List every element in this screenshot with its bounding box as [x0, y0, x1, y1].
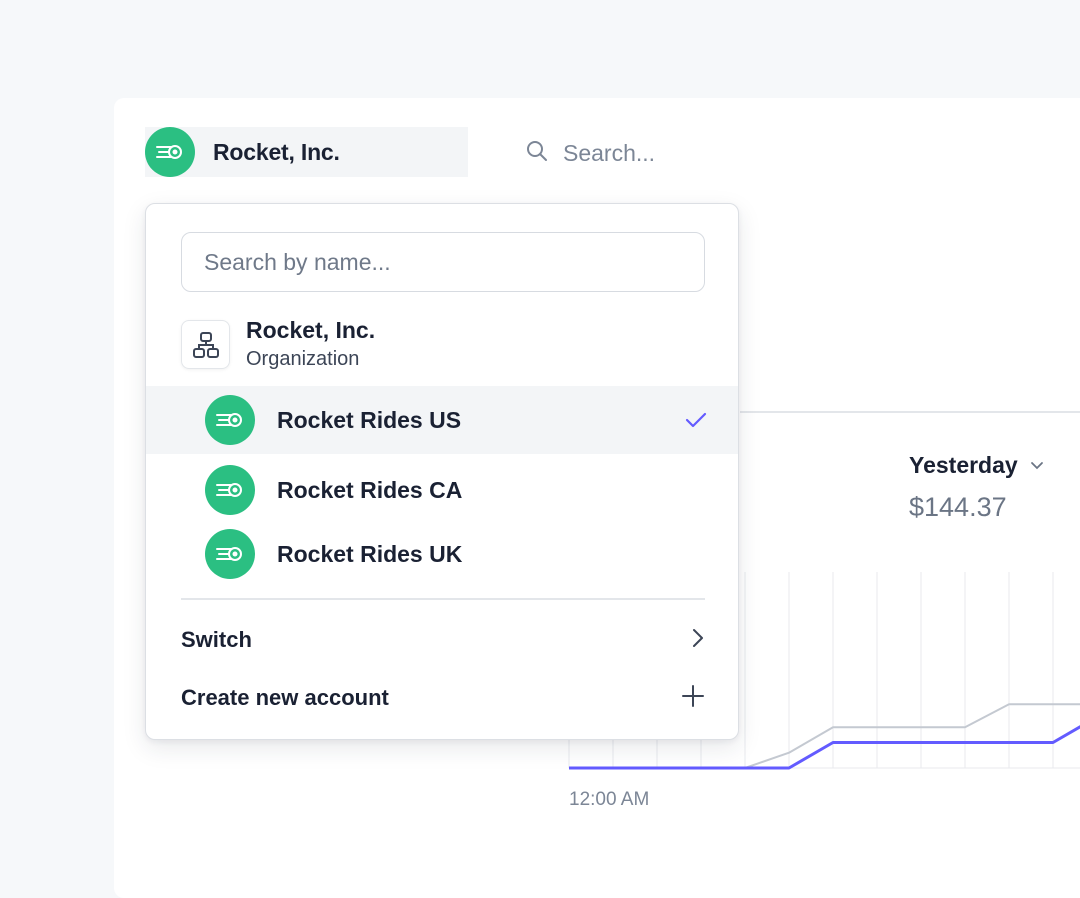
- account-item-label: Rocket Rides UK: [277, 540, 463, 567]
- account-item-rocket-rides-us[interactable]: Rocket Rides US: [146, 386, 738, 454]
- search-icon: [525, 139, 549, 168]
- switch-button[interactable]: Switch: [181, 620, 705, 660]
- period-label: Yesterday: [909, 452, 1018, 478]
- account-switcher-button[interactable]: Rocket, Inc.: [145, 127, 468, 177]
- metric-value: $144.37: [909, 492, 1007, 522]
- rocket-logo-icon: [205, 395, 255, 445]
- organization-item[interactable]: Rocket, Inc. Organization: [181, 317, 376, 371]
- plus-icon: [681, 684, 705, 713]
- period-selector[interactable]: Yesterday: [909, 452, 1044, 479]
- rocket-logo-icon: [145, 127, 195, 177]
- rocket-logo-icon: [205, 465, 255, 515]
- account-item-label: Rocket Rides US: [277, 406, 462, 433]
- switch-label: Switch: [181, 627, 252, 652]
- global-search[interactable]: Search...: [525, 136, 655, 170]
- rocket-logo-icon: [205, 529, 255, 579]
- organization-icon: [181, 320, 230, 369]
- organization-type: Organization: [246, 348, 360, 370]
- account-item-label: Rocket Rides CA: [277, 476, 463, 503]
- chevron-right-icon: [691, 627, 705, 654]
- x-axis-start-label: 12:00 AM: [569, 789, 650, 810]
- account-search-input[interactable]: [181, 232, 705, 292]
- account-item-rocket-rides-ca[interactable]: Rocket Rides CA: [146, 456, 738, 524]
- section-divider: [740, 411, 1080, 413]
- chevron-down-icon: [1030, 457, 1044, 475]
- create-account-button[interactable]: Create new account: [181, 678, 705, 718]
- dropdown-divider: [181, 598, 705, 600]
- checkmark-icon: [684, 410, 708, 435]
- organization-name: Rocket, Inc.: [246, 317, 376, 343]
- account-item-rocket-rides-uk[interactable]: Rocket Rides UK: [146, 520, 738, 588]
- account-dropdown: Rocket, Inc. Organization Rocket Rides U…: [145, 203, 739, 740]
- create-account-label: Create new account: [181, 685, 389, 710]
- account-name: Rocket, Inc.: [213, 138, 340, 165]
- global-search-placeholder: Search...: [563, 139, 656, 166]
